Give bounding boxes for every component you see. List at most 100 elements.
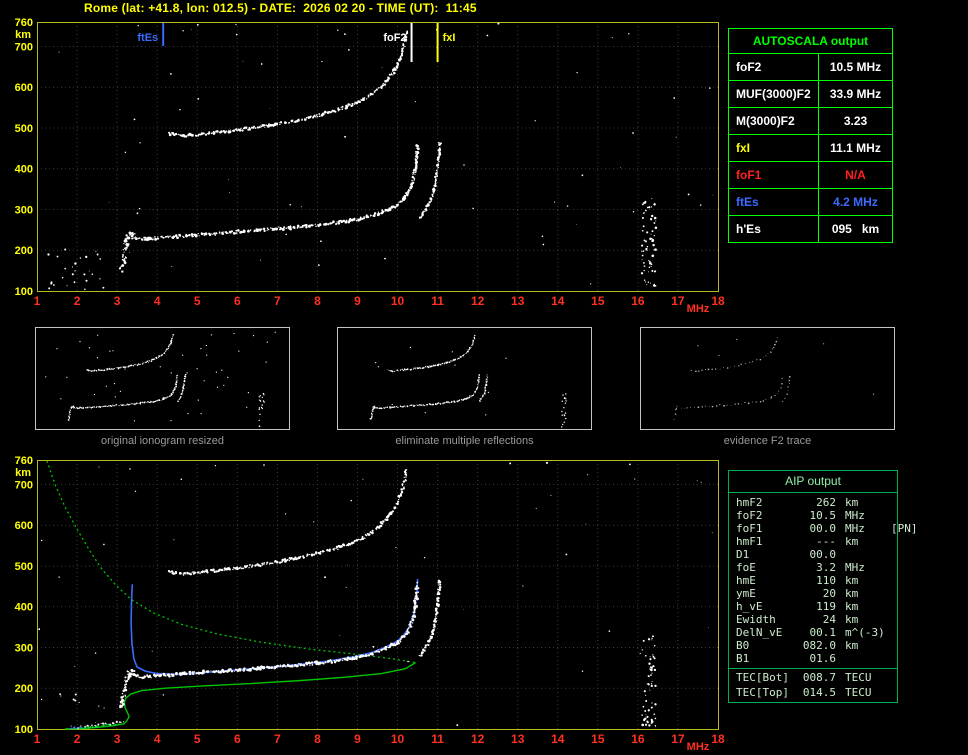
svg-text:9: 9 xyxy=(354,294,361,308)
aip-table-rows: hmF2 262 km foF2 10.5 MHz foF1 00.0 MHz [PN] hmF1 -… xyxy=(729,493,918,702)
autoscala-row-label: fxI xyxy=(729,135,819,161)
thumbnail-original-ionogram xyxy=(35,327,290,430)
svg-text:11: 11 xyxy=(431,732,444,746)
aip-row-label: Ewidth xyxy=(736,613,776,626)
svg-text:4: 4 xyxy=(154,294,161,308)
svg-text:12: 12 xyxy=(471,732,485,746)
aip-row: foE 3.2 MHz xyxy=(729,561,897,574)
thumbnail-traces xyxy=(369,334,567,428)
aip-row: hmF1 --- km xyxy=(729,535,897,548)
svg-text:6: 6 xyxy=(234,732,241,746)
axis-labels: 1 2 3 4 5 6 7 8 9 10 11 12 13 14 15 16 17 187607006005004… xyxy=(15,17,725,315)
svg-text:18: 18 xyxy=(711,732,725,746)
aip-row: B0 082.0 km xyxy=(729,639,897,652)
svg-text:1: 1 xyxy=(34,732,41,746)
aip-row-extra xyxy=(891,613,897,626)
svg-text:2: 2 xyxy=(74,732,81,746)
aip-row-label: B0 xyxy=(736,639,750,652)
aip-row-extra xyxy=(891,535,897,548)
electron-density-profile xyxy=(46,460,416,730)
svg-text:16: 16 xyxy=(631,294,645,308)
autoscala-table-title: AUTOSCALA output xyxy=(729,29,892,54)
aip-row-value: 20 xyxy=(822,587,836,600)
aip-row-extra xyxy=(891,587,897,600)
svg-text:7: 7 xyxy=(274,732,281,746)
aip-row: foF1 00.0 MHz [PN] xyxy=(729,522,918,535)
autoscala-table-rows: foF2 10.5 MHz MUF(3000)F2 33.9 MHz M(3000)F2… xyxy=(729,54,892,242)
autoscala-row: MUF(3000)F2 33.9 MHz xyxy=(729,81,892,108)
svg-text:7: 7 xyxy=(274,294,281,308)
aip-row: ymE 20 km xyxy=(729,587,897,600)
autoscala-row: ftEs 4.2 MHz xyxy=(729,189,892,216)
svg-text:12: 12 xyxy=(471,294,485,308)
aip-row-label: D1 xyxy=(736,548,750,561)
aip-row-unit: km xyxy=(845,496,859,509)
aip-row-label: hmF1 xyxy=(736,535,763,548)
svg-text:15: 15 xyxy=(591,294,605,308)
svg-text:km: km xyxy=(15,467,31,479)
thumbnail-caption-original: original ionogram resized xyxy=(101,435,224,447)
svg-text:14: 14 xyxy=(551,732,565,746)
aip-row-value: 262 xyxy=(816,496,836,509)
svg-text:1: 1 xyxy=(34,294,41,308)
aip-row-extra xyxy=(891,652,897,665)
autoscala-row-value: N/A xyxy=(845,168,866,182)
svg-text:3: 3 xyxy=(114,294,121,308)
svg-text:18: 18 xyxy=(711,294,725,308)
aip-row-label: B1 xyxy=(736,652,750,665)
grid-layer xyxy=(37,460,718,729)
grid-layer xyxy=(37,22,718,291)
aip-row-extra xyxy=(891,671,897,686)
aip-row-extra xyxy=(891,686,897,699)
svg-text:9: 9 xyxy=(354,732,361,746)
aip-row: foF2 10.5 MHz xyxy=(729,509,897,522)
svg-text:10: 10 xyxy=(391,732,405,746)
aip-row: TEC[Top] 014.5 TECU xyxy=(729,686,897,699)
svg-text:13: 13 xyxy=(511,294,525,308)
aip-row-value: 10.5 xyxy=(809,509,837,522)
ionogram-bottom-chart: 1 2 3 4 5 6 7 8 9 10 11 12 13 14 15 16 17 187607006005004… xyxy=(15,455,725,753)
aip-row-extra xyxy=(891,561,897,574)
aip-row-value: 008.7 xyxy=(802,671,836,684)
svg-text:400: 400 xyxy=(15,164,33,176)
aip-row-value: --- xyxy=(816,535,836,548)
aip-row: B1 01.6 xyxy=(729,652,897,665)
aip-row-unit xyxy=(836,652,891,665)
thumbnail-eliminate-plot xyxy=(369,334,567,428)
aip-row-unit: km xyxy=(845,600,859,613)
aip-row: TEC[Bot] 008.7 TECU xyxy=(729,668,897,686)
aip-row: Ewidth 24 km xyxy=(729,613,897,626)
noise-layer xyxy=(38,461,713,728)
aip-row-extra xyxy=(891,548,897,561)
aip-row-unit: km xyxy=(845,639,859,652)
svg-text:15: 15 xyxy=(591,732,605,746)
svg-text:300: 300 xyxy=(15,642,33,654)
aip-row-extra xyxy=(891,626,897,639)
svg-text:4: 4 xyxy=(154,732,161,746)
aip-row-unit: km xyxy=(845,613,859,626)
aip-row-label: hmF2 xyxy=(736,496,763,509)
aip-row-extra xyxy=(891,600,897,613)
aip-row: DelN_vE 00.1 m^(-3) xyxy=(729,626,897,639)
autoscala-output-table: AUTOSCALA output foF2 10.5 MHz MUF(3000)F2… xyxy=(728,28,893,243)
thumbnail-evidence-plot xyxy=(673,337,875,420)
svg-text:700: 700 xyxy=(15,479,33,491)
svg-text:10: 10 xyxy=(391,294,405,308)
svg-text:foF2: foF2 xyxy=(383,32,406,44)
svg-text:17: 17 xyxy=(671,732,685,746)
svg-text:100: 100 xyxy=(15,286,33,298)
svg-text:6: 6 xyxy=(234,294,241,308)
aip-table-title: AIP output xyxy=(729,471,897,493)
aip-row-value: 119 xyxy=(816,600,836,613)
aip-row: D1 00.0 xyxy=(729,548,897,561)
aip-row-unit: km xyxy=(845,535,859,548)
aip-row-unit: km xyxy=(845,574,859,587)
aip-row-label: TEC[Top] xyxy=(736,686,789,699)
svg-text:13: 13 xyxy=(511,732,525,746)
aip-row-extra xyxy=(891,509,897,522)
aip-row-label: TEC[Bot] xyxy=(736,671,789,684)
aip-row-unit: km xyxy=(845,587,859,600)
svg-text:17: 17 xyxy=(671,294,685,308)
svg-text:5: 5 xyxy=(194,294,201,308)
autoscala-row: M(3000)F2 3.23 xyxy=(729,108,892,135)
